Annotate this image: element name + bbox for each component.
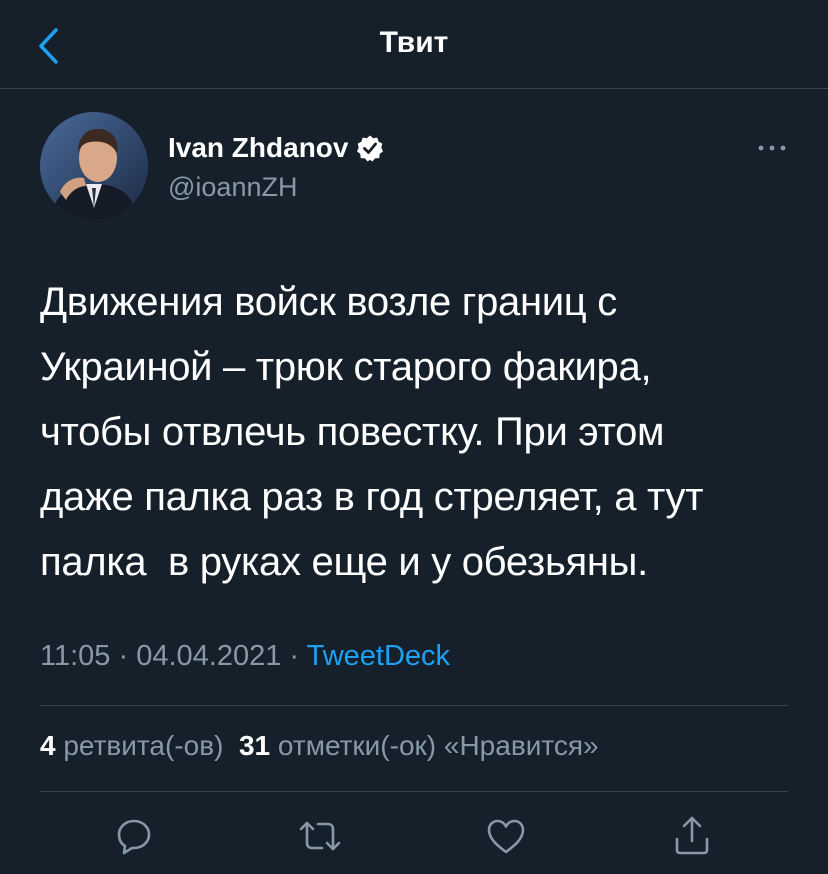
like-icon	[487, 819, 525, 854]
reply-icon	[117, 819, 151, 855]
top-bar: Твит	[0, 0, 828, 89]
likes-count: 31	[238, 730, 271, 761]
tweet-screen: Твит Ivan Zhdanov @ioannZH Движения войс…	[0, 0, 828, 874]
tweet-time: 11:05	[40, 640, 111, 672]
more-options-button[interactable]	[752, 136, 792, 160]
avatar[interactable]	[40, 112, 148, 220]
like-button[interactable]	[482, 812, 530, 860]
reply-button[interactable]	[110, 812, 158, 860]
page-title: Твит	[379, 26, 449, 59]
retweet-icon	[299, 821, 341, 851]
author-name[interactable]: Ivan Zhdanov	[168, 132, 384, 164]
verified-badge-icon	[357, 135, 384, 162]
tweet-source-link[interactable]: TweetDeck	[307, 640, 450, 672]
author-name-text: Ivan Zhdanov	[168, 132, 349, 163]
likes-label: отметки(-ок) «Нравится»	[277, 730, 599, 761]
author-handle[interactable]: @ioannZH	[168, 172, 297, 203]
divider	[40, 791, 788, 792]
more-horizontal-icon	[758, 145, 786, 151]
avatar-photo	[40, 112, 148, 220]
retweet-button[interactable]	[296, 812, 344, 860]
retweets-stat[interactable]: 4 ретвита(-ов)	[40, 730, 223, 761]
meta-separator: ·	[281, 640, 307, 672]
share-icon	[675, 816, 709, 855]
divider	[40, 705, 788, 706]
likes-stat[interactable]: 31 отметки(-ок) «Нравится»	[239, 730, 599, 761]
retweets-count: 4	[40, 730, 56, 761]
meta-separator: ·	[110, 640, 137, 672]
tweet-meta: 11:05 · 04.04.2021 · TweetDeck	[40, 640, 450, 673]
tweet-stats: 4 ретвита(-ов) 31 отметки(-ок) «Нравится…	[40, 730, 599, 762]
share-button[interactable]	[668, 812, 716, 860]
tweet-text: Движения войск возле границ с Украиной –…	[40, 280, 704, 584]
tweet-date: 04.04.2021	[136, 640, 282, 672]
retweets-label: ретвита(-ов)	[63, 730, 224, 761]
